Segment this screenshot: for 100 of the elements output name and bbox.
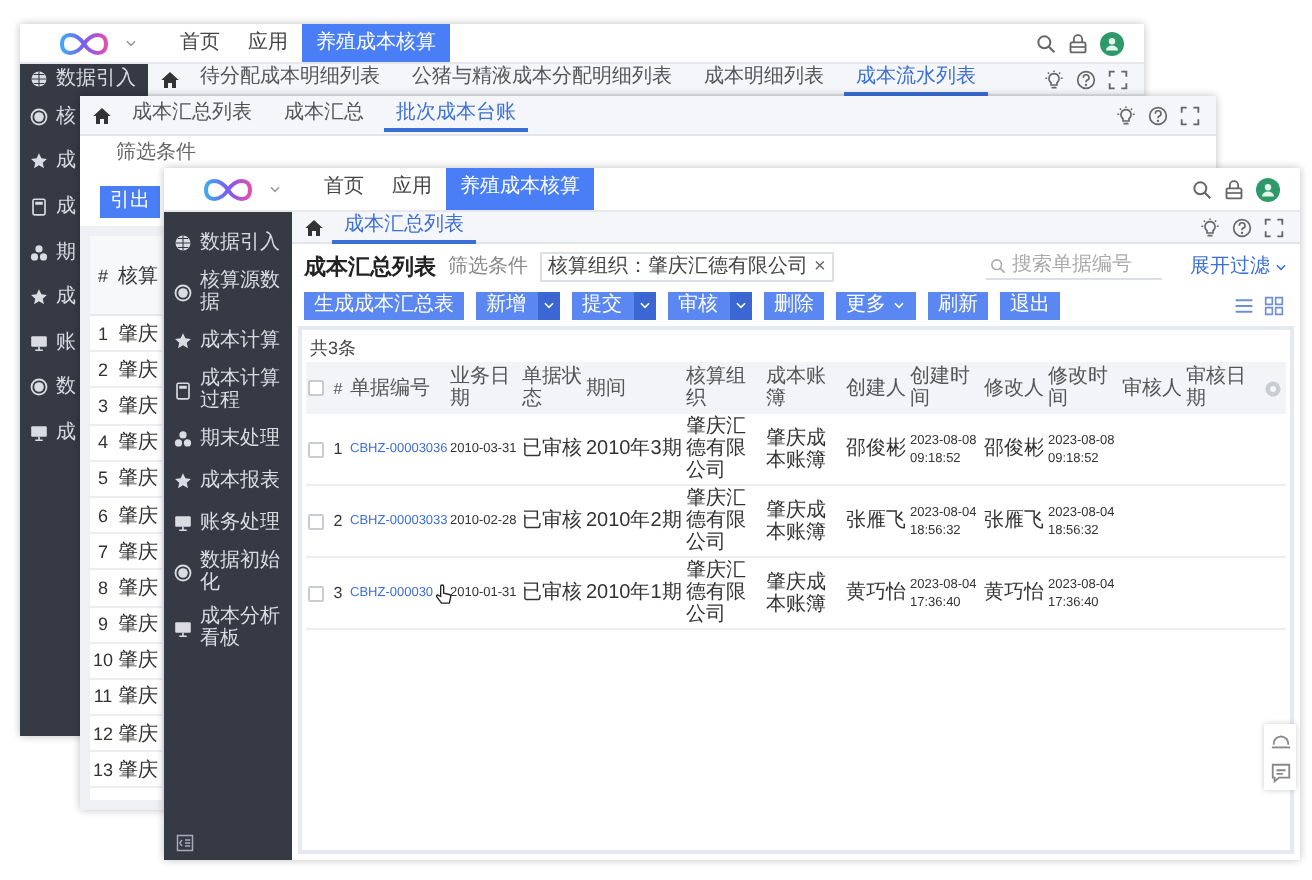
message-icon[interactable]	[1269, 762, 1291, 784]
calculator-icon	[30, 197, 48, 216]
search-icon[interactable]	[1192, 179, 1212, 199]
page-tab[interactable]: 成本明细列表	[692, 63, 836, 95]
star-icon	[30, 288, 48, 307]
star-icon	[174, 472, 192, 490]
table-cell: 已审核	[520, 582, 584, 604]
home-icon[interactable]	[92, 105, 112, 125]
caret-icon	[734, 298, 748, 312]
logo-icon[interactable]	[56, 29, 112, 57]
sidebar-item[interactable]: 期末处理	[164, 418, 280, 460]
monitor-icon	[30, 423, 48, 442]
table-cell-text: 13	[90, 759, 115, 780]
table-cell: 邵俊彬	[982, 438, 1046, 460]
sidebar-item[interactable]: 成本报表	[164, 460, 280, 502]
filter-tag[interactable]: 核算组织：肇庆汇德有限公司 ×	[540, 251, 834, 281]
table-cell-text: 6	[95, 505, 110, 526]
table-cell-text: 肇庆	[116, 429, 160, 457]
nav-tab[interactable]: 养殖成本核算	[302, 24, 450, 62]
sidebar-item[interactable]: 核算源数据	[164, 264, 292, 320]
expand-filter-link[interactable]: 展开过滤	[1190, 252, 1288, 280]
list-view-icon[interactable]	[1234, 295, 1254, 315]
export-button[interactable]: 引出	[100, 186, 160, 218]
table-cell: 黄巧怡	[844, 582, 908, 604]
table-cell-text: 肇庆	[116, 647, 160, 675]
chevron-icon[interactable]	[124, 36, 138, 50]
globe-icon	[30, 70, 48, 88]
nav-tab[interactable]: 首页	[166, 24, 234, 62]
nav-tab[interactable]: 首页	[310, 168, 378, 210]
filter-label: 筛选条件	[114, 139, 198, 164]
monitor-icon	[174, 619, 192, 637]
table-cell-text: 12	[90, 723, 115, 744]
table-cell-text: 肇庆	[116, 357, 160, 384]
checkbox[interactable]	[308, 380, 324, 396]
table-cell-text: 肇庆	[116, 575, 160, 602]
sidebar-item[interactable]: 成	[20, 410, 76, 456]
search-icon[interactable]	[1036, 33, 1056, 53]
table-cell-text: 肇庆成本账簿	[764, 571, 828, 615]
avatar-icon[interactable]	[1256, 177, 1280, 201]
sidebar-item[interactable]: 数据初始化	[164, 544, 292, 600]
sidebar-item[interactable]: 成本计算	[164, 320, 280, 362]
page-tab[interactable]: 成本汇总列表	[332, 211, 476, 243]
home-icon[interactable]	[304, 217, 324, 237]
chevron-icon[interactable]	[268, 182, 282, 196]
page-tab[interactable]: 公猪与精液成本分配明细列表	[400, 63, 684, 95]
collapse-icon[interactable]	[176, 834, 194, 852]
checkbox[interactable]	[308, 513, 324, 529]
table-cell-text: 肇庆汇德有限公司	[684, 488, 748, 554]
column-header: 期间	[584, 377, 628, 399]
search-field[interactable]: 搜索单据编号	[986, 252, 1162, 280]
table-cell-text: 肇庆汇德有限公司	[684, 560, 748, 626]
sidebar-item[interactable]: 账	[20, 319, 76, 366]
help-icon[interactable]	[1148, 105, 1168, 125]
column-header: 单据状态	[520, 366, 584, 410]
lock-icon[interactable]	[1068, 33, 1088, 53]
grid-view-icon[interactable]	[1264, 295, 1284, 315]
bulb-icon[interactable]	[1116, 105, 1136, 125]
sidebar-item[interactable]: 成	[20, 274, 76, 320]
table-cell-text: 肇庆	[116, 503, 160, 530]
sidebar-item[interactable]: 成	[20, 184, 76, 230]
checkbox[interactable]	[308, 585, 324, 601]
sidebar-item[interactable]: 数据引入	[164, 222, 280, 264]
column-header: 业务日期	[448, 366, 512, 410]
checkbox[interactable]	[308, 441, 324, 457]
table-cell: 邵俊彬	[844, 438, 908, 460]
page-tab[interactable]: 待分配成本明细列表	[188, 63, 392, 95]
sidebar-item[interactable]: 账务处理	[164, 502, 280, 544]
caret-icon	[638, 298, 652, 312]
fullscreen-icon[interactable]	[1108, 69, 1128, 89]
bulb-icon[interactable]	[1044, 69, 1064, 89]
column-header: 核算组织	[684, 366, 748, 410]
table-cell-text: 7	[95, 541, 110, 562]
target-icon	[30, 378, 48, 397]
logo-icon[interactable]	[200, 175, 256, 203]
fullscreen-icon[interactable]	[1264, 217, 1284, 237]
nav-tab[interactable]: 应用	[234, 24, 302, 62]
page-tab[interactable]: 成本汇总	[272, 99, 376, 131]
sidebar-item[interactable]: 成本分析看板	[164, 600, 292, 656]
page-title: 成本汇总列表	[304, 253, 436, 281]
target-icon	[174, 563, 192, 581]
lock-icon[interactable]	[1224, 179, 1244, 199]
page-tab[interactable]: 批次成本台账	[384, 99, 528, 131]
fullscreen-icon[interactable]	[1180, 105, 1200, 125]
close-icon[interactable]: ×	[814, 253, 826, 279]
table-cell: 已审核	[520, 438, 584, 460]
nav-tab[interactable]: 应用	[378, 168, 446, 210]
avatar-icon[interactable]	[1100, 31, 1124, 55]
sidebar-item[interactable]: 成本计算过程	[164, 362, 292, 418]
sidebar-item[interactable]: 数据引入	[20, 64, 136, 94]
bulb-icon[interactable]	[1200, 217, 1220, 237]
sidebar-item[interactable]: 数	[20, 365, 76, 411]
page-tab[interactable]: 成本汇总列表	[120, 99, 264, 131]
table-cell-text: 3	[331, 582, 345, 604]
nav-tab[interactable]: 养殖成本核算	[446, 168, 594, 210]
sidebar-item[interactable]: 期	[20, 229, 76, 275]
sidebar-item[interactable]: 成	[20, 139, 76, 185]
help-icon[interactable]	[1232, 217, 1252, 237]
home-icon[interactable]	[160, 69, 180, 89]
help-icon[interactable]	[1076, 69, 1096, 89]
sidebar-item[interactable]: 核	[20, 94, 76, 140]
